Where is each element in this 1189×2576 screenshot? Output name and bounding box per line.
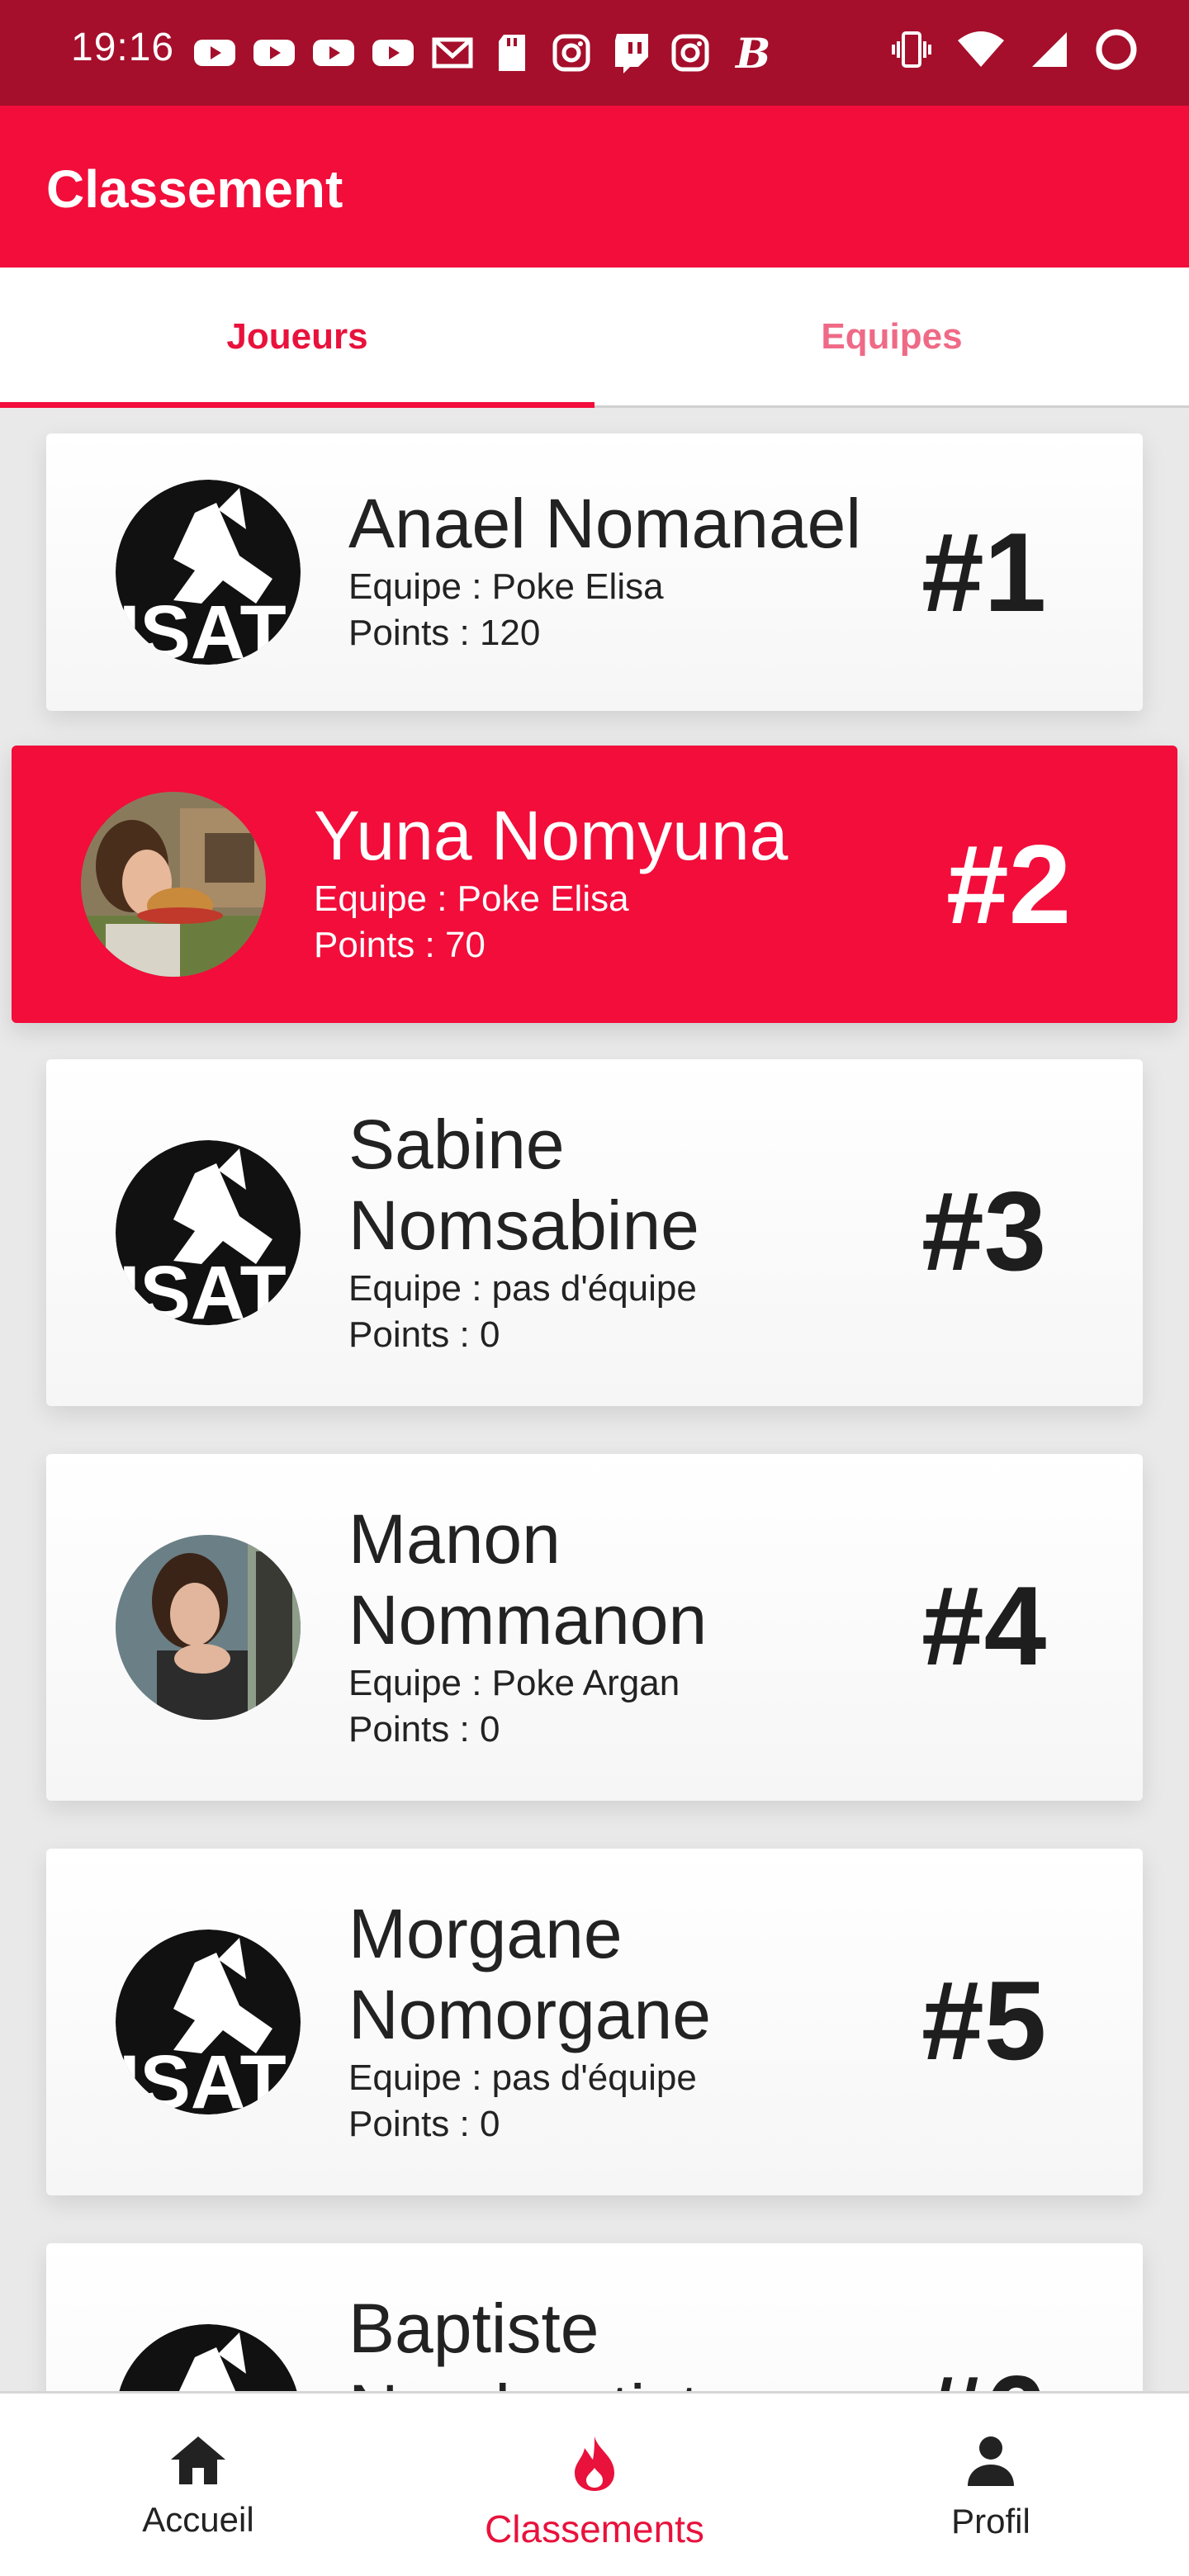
player-card[interactable]: ISAT Anael Nomanael Equipe : Poke Elisa … xyxy=(46,433,1143,711)
player-info: Sabine Nomsabine Equipe : pas d'équipe P… xyxy=(348,1104,860,1358)
svg-text:ISAT: ISAT xyxy=(119,1251,287,1325)
flame-icon xyxy=(570,2435,619,2497)
isat-logo-avatar: ISAT xyxy=(116,1930,301,2114)
player-card[interactable]: ISAT Baptiste Nombaptiste #6 xyxy=(46,2243,1143,2392)
player-name: Yuna Nomyuna xyxy=(314,797,789,874)
status-time: 19:16 xyxy=(71,26,175,69)
player-info: Anael Nomanael Equipe : Poke Elisa Point… xyxy=(348,483,861,656)
youtube-icon xyxy=(192,30,238,76)
wifi-icon xyxy=(956,29,1006,74)
tab-bar: Joueurs Equipes xyxy=(0,268,1189,408)
player-team: Equipe : pas d'équipe xyxy=(348,1268,697,1309)
player-rank: #5 xyxy=(921,1958,1047,2083)
tab-joueurs[interactable]: Joueurs xyxy=(0,268,594,408)
page-title: Classement xyxy=(46,159,343,219)
app-bar: Classement xyxy=(0,106,1189,268)
player-card-current[interactable]: Yuna Nomyuna Equipe : Poke Elisa Points … xyxy=(12,746,1177,1023)
player-team: Equipe : pas d'équipe xyxy=(348,2057,697,2098)
player-rank: #3 xyxy=(921,1168,1047,1294)
svg-text:ISAT: ISAT xyxy=(119,2040,287,2114)
youtube-icon xyxy=(370,30,416,76)
person-icon xyxy=(964,2435,1017,2492)
nav-label: Accueil xyxy=(142,2500,254,2539)
player-team: Equipe : Poke Elisa xyxy=(348,566,664,607)
player-info: Baptiste Nombaptiste xyxy=(348,2288,860,2392)
player-info: Yuna Nomyuna Equipe : Poke Elisa Points … xyxy=(314,795,788,968)
nav-accueil[interactable]: Accueil xyxy=(0,2394,396,2576)
notification-icons: B xyxy=(192,30,773,76)
player-name: Baptiste Nombaptiste xyxy=(348,2290,738,2392)
home-icon xyxy=(169,2435,227,2490)
isat-logo-avatar: ISAT xyxy=(116,480,301,665)
player-info: Manon Nommanon Equipe : Poke Argan Point… xyxy=(348,1499,860,1753)
player-name: Sabine Nomsabine xyxy=(348,1106,699,1264)
player-card[interactable]: ISAT Sabine Nomsabine Equipe : pas d'équ… xyxy=(46,1059,1143,1406)
user-photo-avatar xyxy=(81,792,266,977)
player-info: Morgane Nomorgane Equipe : pas d'équipe … xyxy=(348,1893,860,2147)
nav-classements[interactable]: Classements xyxy=(396,2394,793,2576)
svg-text:B: B xyxy=(734,31,769,74)
player-points: Points : 70 xyxy=(314,925,486,965)
status-bar: 19:16 B xyxy=(0,0,1189,106)
player-rank: #6 xyxy=(921,2351,1046,2392)
signal-icon xyxy=(1029,29,1070,74)
player-team: Equipe : Poke Elisa xyxy=(314,878,629,919)
gmail-icon xyxy=(429,30,476,76)
nav-label: Classements xyxy=(485,2507,704,2550)
user-photo-avatar xyxy=(116,1535,301,1720)
youtube-icon xyxy=(251,30,297,76)
nav-label: Profil xyxy=(951,2502,1030,2540)
player-name: Morgane Nomorgane xyxy=(348,1895,711,2053)
tab-equipes[interactable]: Equipes xyxy=(594,268,1189,405)
svg-text:ISAT: ISAT xyxy=(119,590,287,665)
bottom-navigation: Accueil Classements Profil xyxy=(0,2391,1189,2576)
isat-logo-avatar: ISAT xyxy=(116,2324,301,2392)
ranking-list: ISAT Anael Nomanael Equipe : Poke Elisa … xyxy=(0,410,1189,2392)
player-rank: #2 xyxy=(946,822,1072,947)
twitch-icon xyxy=(608,30,654,76)
player-name: Anael Nomanael xyxy=(348,485,862,562)
vibrate-icon xyxy=(890,28,933,75)
sd-card-icon xyxy=(489,30,535,76)
b-app-icon: B xyxy=(727,30,773,76)
instagram-icon xyxy=(548,30,594,76)
system-icons xyxy=(890,26,1139,77)
player-team: Equipe : Poke Argan xyxy=(348,1663,680,1703)
player-points: Points : 0 xyxy=(348,2104,500,2144)
player-points: Points : 0 xyxy=(348,1709,500,1750)
isat-logo-avatar: ISAT xyxy=(116,1140,301,1325)
player-rank: #1 xyxy=(921,509,1047,635)
battery-saver-icon xyxy=(1093,26,1139,77)
player-card[interactable]: Manon Nommanon Equipe : Poke Argan Point… xyxy=(46,1454,1143,1801)
player-card[interactable]: ISAT Morgane Nomorgane Equipe : pas d'éq… xyxy=(46,1849,1143,2195)
player-name: Manon Nommanon xyxy=(348,1500,708,1659)
youtube-icon xyxy=(310,30,357,76)
player-points: Points : 0 xyxy=(348,1314,500,1355)
instagram-icon xyxy=(667,30,713,76)
player-points: Points : 120 xyxy=(348,613,541,653)
nav-profil[interactable]: Profil xyxy=(793,2394,1189,2576)
player-rank: #4 xyxy=(921,1563,1047,1688)
